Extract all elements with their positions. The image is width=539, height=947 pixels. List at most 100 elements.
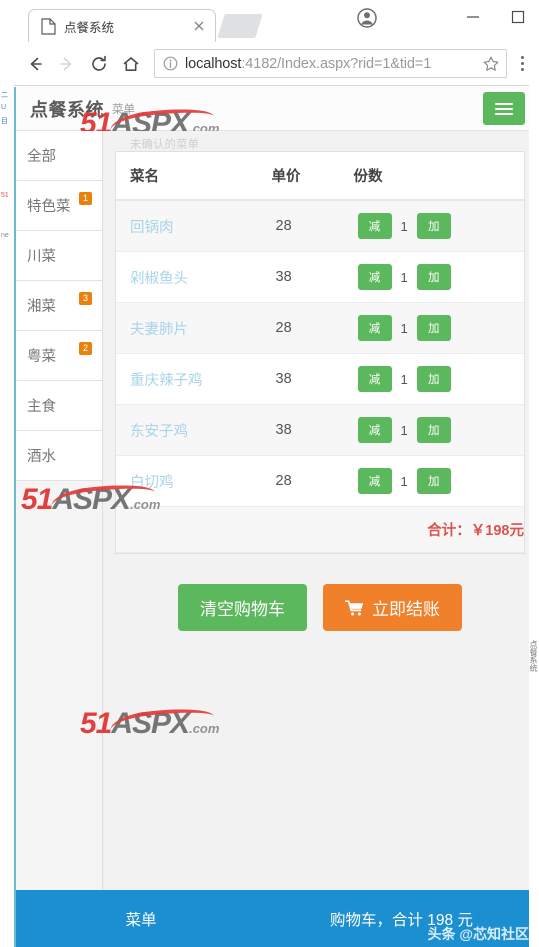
- quantity-value: 1: [400, 320, 408, 336]
- card-caption: 未确认的菜单: [130, 139, 199, 151]
- table-row: 重庆辣子鸡 38 减 1 加: [116, 353, 524, 405]
- sidebar-badge: 3: [79, 292, 92, 305]
- quantity-value: 1: [400, 269, 408, 285]
- clear-cart-button[interactable]: 清空购物车: [178, 584, 307, 631]
- dish-price: 28: [261, 455, 344, 507]
- category-sidebar: 全部 特色菜 1 川菜 湘菜 3 粤菜 2 主食 酒水: [16, 131, 103, 947]
- increase-button[interactable]: 加: [416, 468, 451, 494]
- app-header: 点餐系统 菜单: [16, 87, 537, 131]
- web-page: 点餐系统 菜单 51ASPX.com 全部 特色菜 1 川菜 湘菜 3 粤菜 2…: [16, 87, 537, 947]
- forward-arrow-icon: [52, 49, 82, 79]
- star-icon[interactable]: [482, 55, 500, 73]
- bottom-menu-button[interactable]: 菜单: [16, 908, 266, 930]
- shopping-cart-icon: [344, 599, 364, 616]
- increase-button[interactable]: 加: [416, 417, 451, 443]
- profile-avatar-icon[interactable]: [354, 5, 380, 31]
- reload-icon[interactable]: [84, 49, 114, 79]
- quantity-value: 1: [400, 371, 408, 387]
- table-row: 剁椒鱼头 38 减 1 加: [116, 251, 524, 303]
- info-circle-icon[interactable]: [163, 56, 178, 71]
- main-content: 未确认的菜单 菜名 单价 份数 回锅肉 28 减 1 加 剁椒鱼头 38 减 1…: [21, 131, 537, 947]
- column-header-qty: 份数: [343, 152, 524, 201]
- sidebar-item-label: 川菜: [27, 249, 56, 265]
- increase-button[interactable]: 加: [416, 264, 451, 290]
- decrease-button[interactable]: 减: [357, 468, 392, 494]
- decrease-button[interactable]: 减: [357, 417, 392, 443]
- new-tab-slot[interactable]: [217, 14, 263, 38]
- close-icon[interactable]: [191, 18, 207, 34]
- dish-price: 38: [261, 251, 344, 303]
- decrease-button[interactable]: 减: [357, 315, 392, 341]
- page-icon: [41, 17, 56, 35]
- sidebar-item-drinks[interactable]: 酒水: [16, 431, 102, 481]
- sidebar-item-sichuan[interactable]: 川菜: [16, 231, 102, 281]
- minimize-icon[interactable]: [456, 2, 490, 32]
- table-header-row: 菜名 单价 份数: [116, 152, 524, 201]
- sidebar-item-all[interactable]: 全部: [16, 131, 102, 181]
- increase-button[interactable]: 加: [416, 213, 451, 239]
- quantity-stepper: 减 1 加: [357, 264, 524, 290]
- order-table: 菜名 单价 份数 回锅肉 28 减 1 加 剁椒鱼头 38 减 1 加 夫妻肺片…: [116, 152, 524, 553]
- bottom-navigation-bar: 菜单 购物车，合计 198 元 头条 @芯知社区: [16, 890, 537, 947]
- dish-link[interactable]: 重庆辣子鸡: [130, 373, 203, 389]
- column-header-price: 单价: [261, 152, 344, 201]
- checkout-label: 立即结账: [372, 600, 440, 619]
- sidebar-item-label: 特色菜: [27, 199, 71, 215]
- order-total: 合计：￥198元: [427, 523, 524, 539]
- sidebar-item-label: 湘菜: [27, 299, 56, 315]
- quantity-stepper: 减 1 加: [357, 315, 524, 341]
- page-viewport: 点餐系统 菜单 51ASPX.com 全部 特色菜 1 川菜 湘菜 3 粤菜 2…: [14, 87, 539, 947]
- browser-tab[interactable]: 点餐系统: [28, 9, 216, 42]
- sidebar-item-label: 粤菜: [27, 349, 56, 365]
- sidebar-item-label: 全部: [27, 149, 56, 165]
- increase-button[interactable]: 加: [416, 366, 451, 392]
- quantity-stepper: 减 1 加: [357, 468, 524, 494]
- dish-link[interactable]: 东安子鸡: [130, 424, 188, 440]
- sidebar-item-cantonese[interactable]: 粤菜 2: [16, 331, 102, 381]
- dish-link[interactable]: 白切鸡: [130, 475, 174, 491]
- strip-fragment: 目: [1, 118, 8, 125]
- action-buttons: 清空购物车 立即结账: [103, 584, 537, 631]
- background-page-sliver: 二 U 目 51 ne: [0, 0, 14, 947]
- sidebar-item-hunan[interactable]: 湘菜 3: [16, 281, 102, 331]
- table-row: 夫妻肺片 28 减 1 加: [116, 302, 524, 354]
- sidebar-item-specialty[interactable]: 特色菜 1: [16, 181, 102, 231]
- column-header-name: 菜名: [116, 152, 262, 201]
- dish-link[interactable]: 夫妻肺片: [130, 322, 188, 338]
- decrease-button[interactable]: 减: [357, 213, 392, 239]
- browser-titlebar: 点餐系统: [14, 0, 539, 42]
- quantity-value: 1: [400, 473, 408, 489]
- quantity-stepper: 减 1 加: [357, 366, 524, 392]
- quantity-stepper: 减 1 加: [357, 213, 524, 239]
- sidebar-item-staple[interactable]: 主食: [16, 381, 102, 431]
- dish-link[interactable]: 回锅肉: [130, 220, 174, 236]
- decrease-button[interactable]: 减: [357, 264, 392, 290]
- increase-button[interactable]: 加: [416, 315, 451, 341]
- quantity-value: 1: [400, 422, 408, 438]
- tab-title: 点餐系统: [64, 20, 115, 35]
- dish-link[interactable]: 剁椒鱼头: [130, 271, 188, 287]
- sidebar-item-label: 主食: [27, 399, 56, 415]
- table-row: 回锅肉 28 减 1 加: [116, 200, 524, 252]
- hamburger-icon[interactable]: [483, 92, 525, 125]
- strip-fragment: U: [1, 104, 7, 111]
- back-arrow-icon[interactable]: [20, 49, 50, 79]
- dish-price: 28: [261, 302, 344, 354]
- quantity-stepper: 减 1 加: [357, 417, 524, 443]
- strip-fragment: 51: [1, 192, 9, 199]
- overlay-watermark: 头条 @芯知社区: [427, 926, 529, 942]
- url-host: localhost: [185, 55, 242, 72]
- decrease-button[interactable]: 减: [357, 366, 392, 392]
- right-background-sliver: 点餐系统: [529, 0, 539, 947]
- dish-price: 38: [261, 353, 344, 405]
- home-icon[interactable]: [116, 49, 146, 79]
- page-body: 全部 特色菜 1 川菜 湘菜 3 粤菜 2 主食 酒水 未确认的菜单 菜名 单价…: [16, 131, 537, 947]
- address-bar[interactable]: localhost:4182/Index.aspx?rid=1&tid=1: [154, 49, 507, 78]
- app-brand: 点餐系统: [30, 99, 104, 120]
- url-path: :4182/Index.aspx?rid=1&tid=1: [241, 55, 432, 72]
- strip-fragment: 二: [1, 92, 8, 99]
- sidebar-badge: 1: [79, 192, 92, 205]
- sidebar-badge: 2: [79, 342, 92, 355]
- clear-cart-label: 清空购物车: [200, 600, 285, 619]
- checkout-button[interactable]: 立即结账: [323, 584, 462, 631]
